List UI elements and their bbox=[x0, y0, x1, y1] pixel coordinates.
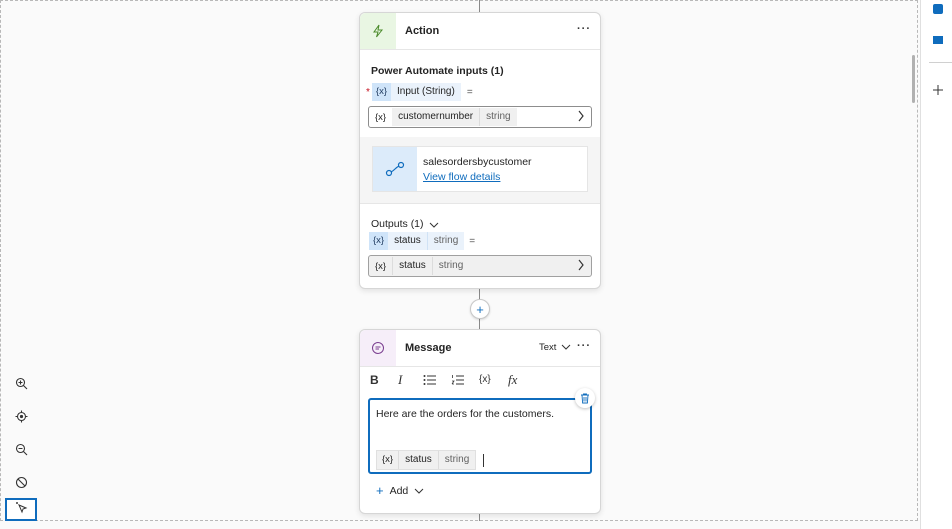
side-panel-add-icon[interactable] bbox=[933, 82, 943, 100]
side-panel-edge bbox=[920, 0, 952, 529]
output-value-field[interactable]: {x} status string bbox=[368, 255, 592, 277]
input-value-name: customernumber bbox=[392, 108, 480, 126]
delete-icon[interactable] bbox=[575, 388, 595, 408]
bulleted-list-icon[interactable] bbox=[423, 374, 437, 389]
message-icon bbox=[360, 330, 396, 366]
input-value-field[interactable]: {x} customernumber string bbox=[368, 106, 592, 128]
required-marker: * bbox=[366, 86, 370, 98]
chevron-down-icon bbox=[414, 485, 424, 497]
lightning-icon bbox=[360, 13, 396, 49]
center-icon[interactable] bbox=[13, 408, 29, 424]
scrollbar-thumb[interactable] bbox=[912, 55, 915, 103]
message-text-editor[interactable]: Here are the orders for the customers. {… bbox=[368, 398, 592, 474]
hide-icon[interactable] bbox=[13, 474, 29, 490]
chevron-right-icon[interactable] bbox=[577, 259, 585, 274]
side-panel-icon[interactable] bbox=[933, 4, 943, 14]
variable-icon: {x} bbox=[375, 111, 387, 123]
message-variable-chip[interactable]: {x} status string bbox=[376, 450, 477, 470]
message-node-card[interactable]: Message Text ··· B I {x} fx Here are the… bbox=[359, 329, 601, 514]
flow-reference: salesordersbycustomer View flow details bbox=[372, 146, 588, 192]
add-plus-icon: + bbox=[376, 483, 384, 498]
side-panel-icon[interactable] bbox=[933, 36, 943, 44]
action-card-header: Action ··· bbox=[360, 13, 600, 50]
variable-icon: {x} bbox=[382, 454, 394, 465]
select-icon bbox=[15, 501, 28, 519]
equals-sign: = bbox=[469, 235, 476, 247]
message-variable-type: string bbox=[437, 451, 475, 469]
input-value-type: string bbox=[479, 108, 517, 126]
flow-icon bbox=[373, 147, 417, 191]
action-node-card[interactable]: Action ··· Power Automate inputs (1) * {… bbox=[359, 12, 601, 289]
message-card-header: Message Text ··· bbox=[360, 330, 600, 367]
flow-name: salesordersbycustomer bbox=[423, 156, 532, 168]
insert-variable-button[interactable]: {x} bbox=[479, 374, 491, 385]
numbered-list-icon[interactable] bbox=[451, 374, 465, 389]
zoom-in-icon[interactable] bbox=[13, 375, 29, 391]
inputs-section-title: Power Automate inputs (1) bbox=[371, 65, 504, 77]
outputs-divider bbox=[360, 203, 600, 204]
side-panel-divider bbox=[929, 62, 952, 63]
message-variable-name: status bbox=[398, 451, 438, 469]
message-card-title: Message bbox=[405, 342, 452, 354]
equals-sign: = bbox=[466, 86, 473, 98]
output-variable-type: string bbox=[426, 232, 465, 250]
input-parameter-chip[interactable]: * {x} Input (String) = bbox=[366, 83, 473, 101]
message-body-text: Here are the orders for the customers. bbox=[376, 408, 554, 420]
chevron-down-icon bbox=[429, 215, 439, 233]
select-tool-button[interactable] bbox=[5, 498, 37, 521]
variable-icon: {x} bbox=[369, 232, 389, 250]
message-mode-label: Text bbox=[539, 342, 557, 353]
output-variable-name: status bbox=[388, 232, 427, 250]
outputs-section-title: Outputs (1) bbox=[371, 218, 424, 230]
zoom-out-icon[interactable] bbox=[13, 441, 29, 457]
chevron-down-icon bbox=[561, 342, 571, 353]
output-value-type: string bbox=[431, 257, 470, 275]
view-flow-details-link[interactable]: View flow details bbox=[423, 171, 500, 183]
add-content-button[interactable]: + Add bbox=[376, 483, 424, 498]
add-node-button[interactable]: + bbox=[470, 299, 490, 319]
action-card-title: Action bbox=[405, 25, 440, 37]
add-label: Add bbox=[389, 484, 409, 497]
output-value-name: status bbox=[392, 257, 432, 275]
input-parameter-name: Input (String) bbox=[391, 83, 461, 101]
action-more-options-button[interactable]: ··· bbox=[577, 23, 591, 35]
text-cursor bbox=[483, 454, 484, 467]
italic-button[interactable]: I bbox=[398, 372, 402, 388]
message-more-options-button[interactable]: ··· bbox=[577, 340, 591, 352]
outputs-section-toggle[interactable]: Outputs (1) bbox=[371, 215, 439, 233]
chevron-right-icon[interactable] bbox=[577, 110, 585, 125]
output-variable-chip[interactable]: {x} status string = bbox=[369, 232, 475, 250]
insert-formula-button[interactable]: fx bbox=[508, 372, 517, 388]
bold-button[interactable]: B bbox=[370, 373, 379, 387]
message-mode-dropdown[interactable]: Text bbox=[539, 342, 571, 353]
variable-icon: {x} bbox=[375, 260, 387, 272]
connector-top bbox=[479, 0, 480, 12]
variable-icon: {x} bbox=[371, 83, 392, 101]
